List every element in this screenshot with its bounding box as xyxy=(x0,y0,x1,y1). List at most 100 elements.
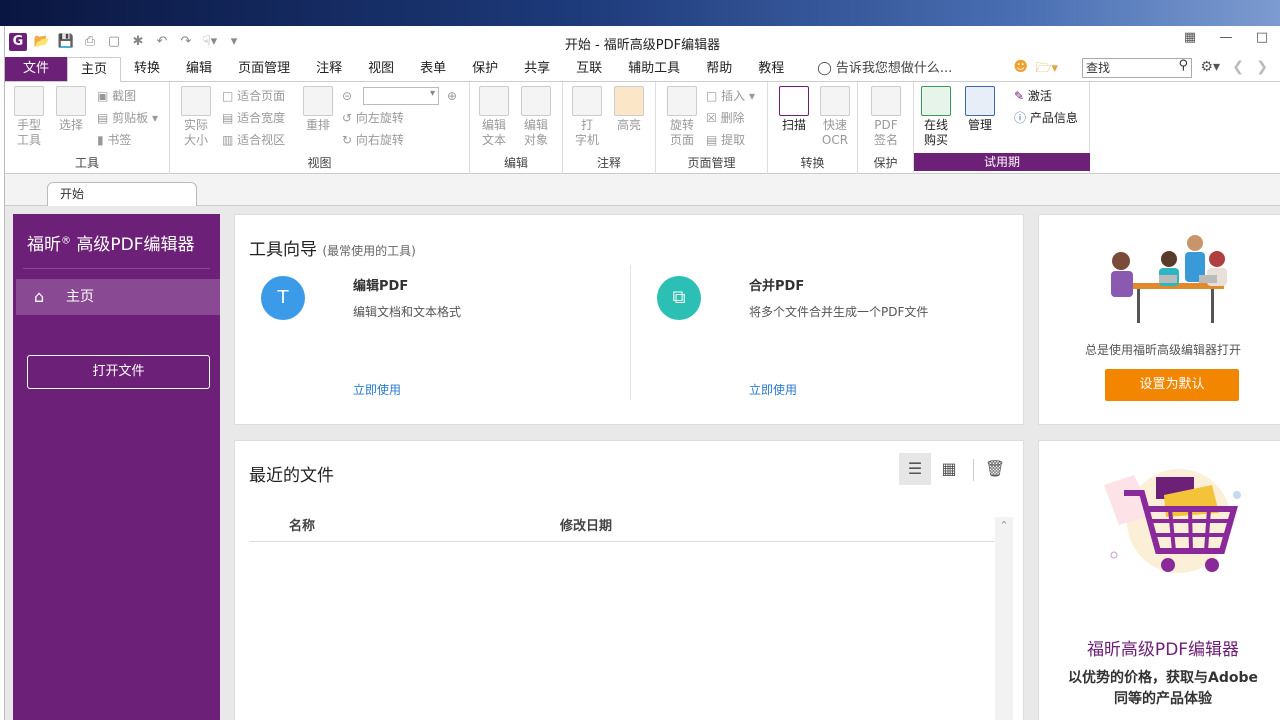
fit-width-button[interactable]: ▤ 适合宽度 xyxy=(222,108,285,128)
tab-view[interactable]: 视图 xyxy=(355,57,407,81)
typewriter-icon xyxy=(572,86,602,116)
group-protect-label: 保护 xyxy=(873,156,898,170)
rotate-pages-icon xyxy=(667,86,697,116)
group-tools: 手型 工具 选择 ▣ 截图 ▤ 剪贴板 ▾ ▮ 书签 工具 xyxy=(5,82,170,174)
hand-tool-label: 手型 工具 xyxy=(16,118,41,147)
header-divider xyxy=(249,541,995,542)
maximize-button[interactable]: □ xyxy=(1244,30,1280,45)
clipboard-button[interactable]: ▤ 剪贴板 ▾ xyxy=(97,108,158,128)
column-name[interactable]: 名称 xyxy=(289,515,315,534)
bookmark-label: 书签 xyxy=(107,133,132,147)
prev-icon[interactable]: ❮ xyxy=(1232,59,1244,75)
highlight-icon xyxy=(614,86,644,116)
tab-protect[interactable]: 保护 xyxy=(459,57,511,81)
snapshot-button[interactable]: ▣ 截图 xyxy=(97,86,136,106)
sidebar-item-home[interactable]: ⌂ 主页 xyxy=(16,279,220,315)
recent-scrollbar[interactable]: ⌃ xyxy=(995,517,1013,720)
edit-text-button[interactable]: 编辑 文本 xyxy=(478,86,510,148)
hand-tool-button[interactable]: 手型 工具 xyxy=(13,86,45,148)
feature-name: 编辑PDF xyxy=(353,279,409,294)
activate-button[interactable]: ✎ 激活 xyxy=(1014,86,1052,106)
desktop-background xyxy=(0,0,1280,26)
group-convert: 扫描 快速 OCR 转换 xyxy=(768,82,858,174)
list-view-icon[interactable]: ☰ xyxy=(899,453,931,485)
quick-ocr-button[interactable]: 快速 OCR xyxy=(818,86,852,148)
group-comment: 打 字机 高亮 注释 xyxy=(563,82,656,174)
search-icon[interactable]: ⚲ xyxy=(1178,58,1188,73)
rotate-right-button[interactable]: ↻ 向右旋转 xyxy=(342,130,404,150)
group-edit: 编辑 文本 编辑 对象 编辑 xyxy=(470,82,563,174)
scan-button[interactable]: 扫描 xyxy=(778,86,810,133)
tab-accessibility[interactable]: 辅助工具 xyxy=(615,57,693,81)
fit-visible-icon: ▥ xyxy=(222,133,238,147)
tab-home[interactable]: 主页 xyxy=(67,57,122,82)
reflow-button[interactable]: 重排 xyxy=(302,86,334,133)
fit-page-button[interactable]: □ 适合页面 xyxy=(222,86,285,106)
trash-icon[interactable]: 🗑 xyxy=(979,453,1011,485)
rotate-left-button[interactable]: ↺ 向左旋转 xyxy=(342,108,404,128)
promo-line-1: 以优势的价格，获取与Adobe xyxy=(1068,670,1258,686)
manage-users-icon xyxy=(965,86,995,116)
tab-tutorial[interactable]: 教程 xyxy=(745,57,797,81)
manage-button[interactable]: 管理 xyxy=(964,86,996,133)
insert-label: 插入 xyxy=(721,89,746,103)
tell-me-box[interactable]: ◯ 告诉我您想做什么... xyxy=(817,57,952,81)
product-info-button[interactable]: ⓘ 产品信息 xyxy=(1014,108,1078,128)
actual-size-button[interactable]: 实际 大小 xyxy=(180,86,212,148)
smiley-icon[interactable]: ☻ xyxy=(1013,59,1028,75)
shopping-cart-illustration xyxy=(1104,469,1241,573)
fit-visible-button[interactable]: ▥ 适合视区 xyxy=(222,130,285,150)
delete-button[interactable]: ☒ 删除 xyxy=(706,108,745,128)
use-now-link[interactable]: 立即使用 xyxy=(353,381,401,398)
settings-icon[interactable]: ⚙▾ xyxy=(1200,59,1220,75)
tab-help[interactable]: 帮助 xyxy=(693,57,745,81)
tab-edit[interactable]: 编辑 xyxy=(173,57,225,81)
brand-name: 福昕 xyxy=(27,235,61,255)
document-tab-bar: 开始 xyxy=(5,174,1280,206)
grid-view-icon[interactable]: ▦ xyxy=(933,453,965,485)
tab-file[interactable]: 文件 xyxy=(5,57,68,81)
clipboard-icon: ▤ xyxy=(97,111,113,125)
group-comment-label: 注释 xyxy=(596,156,621,170)
set-default-button[interactable]: 设置为默认 xyxy=(1105,369,1239,401)
ribbon-display-icon[interactable]: ▦ xyxy=(1172,30,1208,45)
tab-form[interactable]: 表单 xyxy=(407,57,459,81)
group-pages-label: 页面管理 xyxy=(687,156,736,170)
edit-text-icon xyxy=(479,86,509,116)
zoom-in-icon[interactable]: ⊕ xyxy=(447,86,457,106)
insert-button[interactable]: □ 插入 ▾ xyxy=(706,86,755,106)
buy-online-button[interactable]: 在线 购买 xyxy=(920,86,952,148)
tab-share[interactable]: 共享 xyxy=(511,57,563,81)
extract-button[interactable]: ▤ 提取 xyxy=(706,130,745,150)
app-window: G 📂 💾 ⎙ ▢ ✱ ↶ ↷ ☟▾ ▾ 开始 - 福昕高级PDF编辑器 ▦ —… xyxy=(4,26,1280,720)
ribbon: 手型 工具 选择 ▣ 截图 ▤ 剪贴板 ▾ ▮ 书签 工具 实际 大小 □ 适合… xyxy=(5,82,1280,174)
scroll-up-icon[interactable]: ⌃ xyxy=(995,519,1013,532)
pdf-sign-button[interactable]: PDF 签名 xyxy=(870,86,902,148)
group-tools-label: 工具 xyxy=(74,156,99,170)
select-tool-button[interactable]: 选择 xyxy=(55,86,87,133)
edit-object-button[interactable]: 编辑 对象 xyxy=(518,86,554,148)
search-input[interactable]: 查找 xyxy=(1082,58,1192,78)
typewriter-button[interactable]: 打 字机 xyxy=(571,86,603,148)
find-folder-icon[interactable]: 🗁▾ xyxy=(1035,59,1058,81)
camera-icon: ▣ xyxy=(97,89,113,103)
tab-connect[interactable]: 互联 xyxy=(563,57,615,81)
tab-organize[interactable]: 页面管理 xyxy=(225,57,303,81)
zoom-out-icon[interactable]: ⊝ xyxy=(342,86,352,106)
activate-label: 激活 xyxy=(1027,89,1052,103)
open-file-button[interactable]: 打开文件 xyxy=(27,355,210,389)
column-modified[interactable]: 修改日期 xyxy=(560,515,612,534)
tab-comment[interactable]: 注释 xyxy=(303,57,355,81)
next-icon[interactable]: ❯ xyxy=(1256,59,1268,75)
group-view: 实际 大小 □ 适合页面 ▤ 适合宽度 ▥ 适合视区 重排 ⊝ ▾ ⊕ ↺ 向左… xyxy=(170,82,470,174)
zoom-select[interactable]: ▾ xyxy=(363,87,439,105)
doc-tab-start[interactable]: 开始 xyxy=(47,182,197,206)
highlight-button[interactable]: 高亮 xyxy=(613,86,645,133)
tab-convert[interactable]: 转换 xyxy=(121,57,173,81)
sidebar-home-label: 主页 xyxy=(66,289,94,305)
minimize-button[interactable]: — xyxy=(1208,30,1244,45)
use-now-link[interactable]: 立即使用 xyxy=(749,381,797,398)
rotate-pages-button[interactable]: 旋转 页面 xyxy=(664,86,700,148)
product-info-label: 产品信息 xyxy=(1029,111,1078,125)
bookmark-button[interactable]: ▮ 书签 xyxy=(97,130,131,150)
